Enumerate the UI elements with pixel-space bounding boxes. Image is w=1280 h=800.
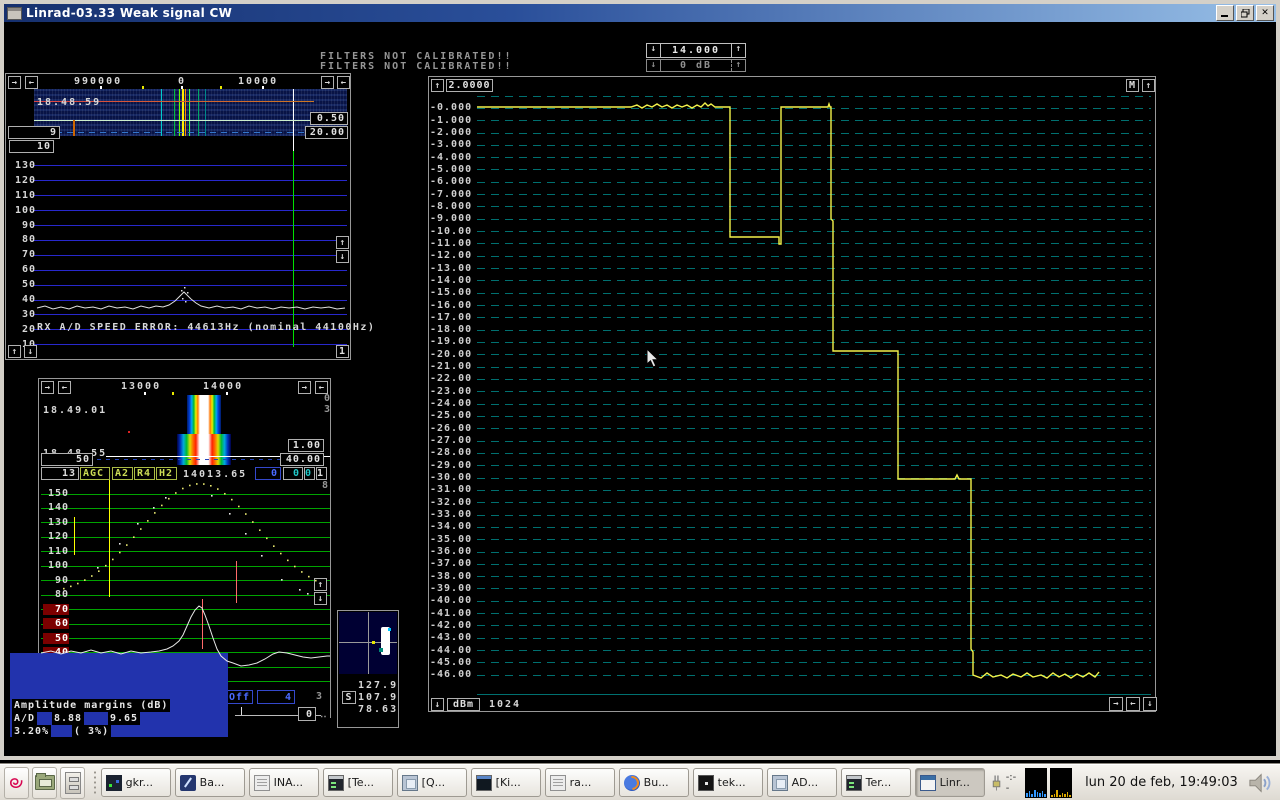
debian-logo-icon xyxy=(6,772,28,794)
minimize-button[interactable] xyxy=(1216,5,1234,21)
gain-value: 0 dB xyxy=(661,60,731,71)
smeter-s-button[interactable]: S xyxy=(342,691,356,704)
smeter-value-2: 107.9 xyxy=(358,692,396,703)
smeter-panel: S 127.9 107.9 78.63 xyxy=(337,610,399,728)
frequency-down-button[interactable]: ↓ xyxy=(647,44,661,57)
gain-spinner: ↓ 0 dB ↑ xyxy=(646,59,746,72)
task-label: INA... xyxy=(274,776,303,789)
popup-percent-2: ( 3%) xyxy=(72,725,111,738)
taskbar-task[interactable]: Linr... xyxy=(915,768,985,797)
task-label: Linr... xyxy=(940,776,970,789)
taskbar-task[interactable]: tek... xyxy=(693,768,763,797)
file-manager-launcher[interactable] xyxy=(32,767,57,799)
clock[interactable]: lun 20 de feb, 19:49:03 xyxy=(1085,775,1238,790)
gain-up-button[interactable]: ↑ xyxy=(731,60,745,71)
system-monitor-applet[interactable] xyxy=(1050,768,1072,798)
taskbar-task[interactable]: [Q... xyxy=(397,768,467,797)
taskbar-task[interactable]: Ba... xyxy=(175,768,245,797)
filters-warning-2: FILTERS NOT CALIBRATED!! xyxy=(320,61,513,72)
gkrellm-icon xyxy=(106,775,122,791)
editor-blue-icon xyxy=(180,775,196,791)
file-cabinet-launcher[interactable] xyxy=(60,767,85,799)
terminal-icon xyxy=(846,775,862,791)
power-plug-icon[interactable] xyxy=(989,772,1004,794)
taskbar-task[interactable]: ra... xyxy=(545,768,615,797)
window-title-bar[interactable]: Linrad-03.33 Weak signal CW ✕ xyxy=(4,4,1276,22)
folder-icon xyxy=(35,775,55,790)
task-list: gkr... Ba... INA... [Te... [Q... [Ki... ra... B… xyxy=(101,768,989,797)
taskbar-task[interactable]: [Te... xyxy=(323,768,393,797)
linrad-window: Linrad-03.33 Weak signal CW ✕ FILTERS NO… xyxy=(0,0,1280,760)
dark-app-icon xyxy=(698,775,714,791)
close-button[interactable]: ✕ xyxy=(1256,5,1274,21)
browser-icon xyxy=(624,775,640,791)
task-label: ra... xyxy=(570,776,592,789)
window-title: Linrad-03.33 Weak signal CW xyxy=(26,6,232,20)
taskbar: gkr... Ba... INA... [Te... [Q... [Ki... ra... B… xyxy=(0,764,1280,800)
task-label: Ba... xyxy=(200,776,225,789)
task-label: Ter... xyxy=(866,776,892,789)
gain-down-button[interactable]: ↓ xyxy=(647,60,661,71)
task-label: [Ki... xyxy=(496,776,521,789)
task-label: [Q... xyxy=(422,776,445,789)
cabinet-icon xyxy=(65,772,81,794)
task-label: Bu... xyxy=(644,776,669,789)
task-label: AD... xyxy=(792,776,819,789)
popup-ad-label: A/D xyxy=(12,712,37,725)
smeter-value-3: 78.63 xyxy=(358,704,396,715)
frequency-up-button[interactable]: ↑ xyxy=(731,44,745,57)
window-icon xyxy=(7,7,22,20)
taskbar-task[interactable]: Bu... xyxy=(619,768,689,797)
wide-spectrum-trace xyxy=(6,74,352,361)
narrow-spectrum-trace xyxy=(39,379,332,719)
maximize-button[interactable] xyxy=(1236,5,1254,21)
frequency-value: 14.000 xyxy=(661,44,731,57)
mouse-cursor xyxy=(646,348,660,369)
desktop: Linrad-03.33 Weak signal CW ✕ FILTERS NO… xyxy=(0,0,1280,800)
taskbar-task[interactable]: AD... xyxy=(767,768,837,797)
task-label: [Te... xyxy=(348,776,374,789)
main-trace xyxy=(429,77,1157,713)
popup-percent: 3.20% xyxy=(12,725,51,738)
linrad-client-area: FILTERS NOT CALIBRATED!! FILTERS NOT CAL… xyxy=(4,22,1276,756)
main-graph-panel: ↑ 2.0000 M ↑ -0.000-1.000-2.000-3.000-4.… xyxy=(428,76,1156,712)
window-icon xyxy=(920,775,936,791)
system-monitor-applet[interactable] xyxy=(1025,768,1047,798)
app-icon xyxy=(402,775,418,791)
volume-icon[interactable] xyxy=(1248,771,1276,795)
taskbar-task[interactable]: INA... xyxy=(249,768,319,797)
wideband-panel: → ← 990000 0 10000 → ← xyxy=(5,73,351,360)
net-rate-label: -:-- xyxy=(1006,772,1019,794)
system-monitors xyxy=(1025,768,1075,798)
doc-icon xyxy=(254,775,270,791)
taskbar-task[interactable]: [Ki... xyxy=(471,768,541,797)
narrowband-panel: → ← 13000 14000 → ← 18.49.01 18.48.55 0 xyxy=(38,378,331,718)
phase-scope xyxy=(339,612,397,674)
taskbar-task[interactable]: Ter... xyxy=(841,768,911,797)
frequency-spinner: ↓ 14.000 ↑ xyxy=(646,43,746,58)
applications-menu-button[interactable] xyxy=(4,767,29,799)
terminal-icon xyxy=(328,775,344,791)
taskbar-separator xyxy=(92,770,96,796)
smeter-value-1: 127.9 xyxy=(358,680,396,691)
terminal2-icon xyxy=(476,775,492,791)
app-icon xyxy=(772,775,788,791)
doc-icon xyxy=(550,775,566,791)
task-label: tek... xyxy=(718,776,746,789)
taskbar-task[interactable]: gkr... xyxy=(101,768,171,797)
task-label: gkr... xyxy=(126,776,153,789)
